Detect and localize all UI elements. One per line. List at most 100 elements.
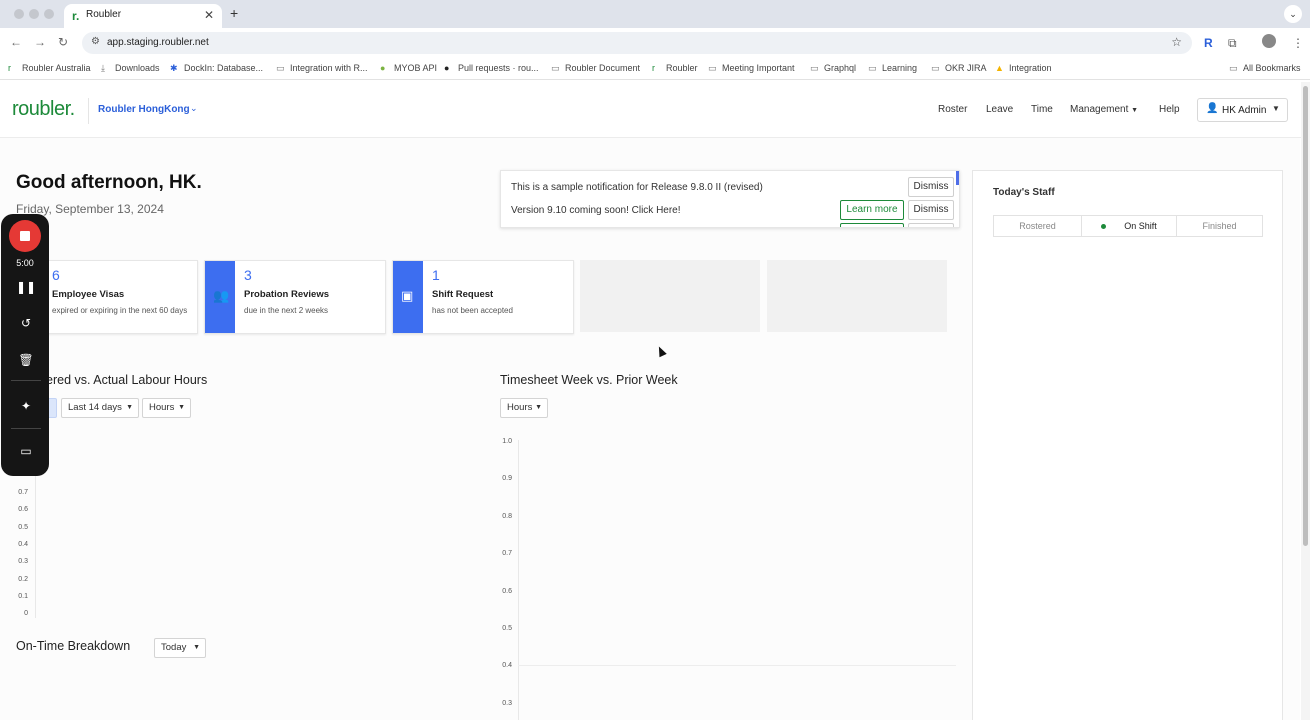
reload-icon[interactable]: ↻	[58, 35, 68, 49]
new-tab-icon[interactable]: +	[230, 5, 238, 21]
caret-down-icon: ▼	[126, 404, 133, 411]
bookmarks-bar: r Roubler Australia ⤓ Downloads ✱ DockIn: D…	[0, 58, 1310, 80]
nav-leave[interactable]: Leave	[986, 104, 1013, 115]
browser-toolbar: ← → ↻ ⚙ app.staging.roubler.net ☆ R ⧉ ⋮	[0, 28, 1310, 58]
restart-icon[interactable]: ↺	[1, 316, 51, 330]
user-icon: 👤	[1206, 103, 1219, 114]
card-count: 3	[244, 267, 252, 283]
close-tab-icon[interactable]: ✕	[204, 8, 214, 22]
app-header: roubler. Roubler HongKong ⌄ Roster Leave…	[0, 82, 1310, 138]
todays-staff-panel: Today's Staff Rostered On Shift Finished	[972, 170, 1283, 720]
bookmark-item[interactable]: ▭ Graphql	[810, 63, 856, 74]
bookmark-item[interactable]: ✱ DockIn: Database...	[170, 63, 263, 74]
profile-avatar[interactable]	[1262, 34, 1276, 48]
people-icon: 👥	[213, 288, 230, 303]
labour-y-tick-label: 0.4	[18, 540, 28, 548]
labour-y-tick-label: 0.7	[18, 489, 28, 496]
bookmark-item[interactable]: ▭ Roubler Document	[551, 63, 640, 74]
page-title: Good afternoon, HK.	[16, 172, 202, 193]
bookmark-item[interactable]: ● Pull requests · rou...	[444, 63, 539, 73]
bookmark-item[interactable]: ▭ OKR JIRA	[931, 63, 987, 74]
labour-y-tick-label: 0	[24, 610, 28, 618]
caret-down-icon: ▼	[193, 644, 200, 651]
scrollbar-thumb[interactable]	[1303, 86, 1308, 546]
browser-tab[interactable]: r. Roubler ✕	[64, 4, 222, 28]
on-time-breakdown-title: On-Time Breakdown	[16, 639, 131, 653]
nav-help[interactable]: Help	[1159, 104, 1180, 115]
bookmark-item[interactable]: ▭ Meeting Important	[708, 63, 795, 74]
caret-down-icon: ▼	[1131, 107, 1139, 114]
delete-icon[interactable]: 🗑	[1, 353, 51, 367]
notification-panel: This is a sample notification for Releas…	[500, 170, 960, 228]
bookmark-item[interactable]: ● MYOB API	[380, 63, 437, 73]
card-count: 1	[432, 267, 440, 283]
learn-more-button[interactable]: Learn more	[840, 200, 904, 220]
notification-accent	[956, 171, 959, 185]
nav-time[interactable]: Time	[1031, 104, 1053, 115]
recording-timer: 5:00	[16, 258, 34, 268]
on-time-range-dropdown[interactable]: Today ▼	[154, 638, 206, 658]
roubler-logo[interactable]: roubler.	[12, 98, 75, 121]
tab-on-shift[interactable]: On Shift	[1081, 215, 1177, 237]
all-bookmarks[interactable]: ▭ All Bookmarks	[1229, 63, 1301, 74]
caret-down-icon: ▼	[535, 404, 542, 411]
timesheet-chart-gridline	[518, 665, 956, 666]
tab-rostered[interactable]: Rostered	[993, 215, 1082, 237]
learn-more-button[interactable]	[840, 223, 904, 227]
stop-recording-button[interactable]	[9, 220, 41, 252]
organization-selector[interactable]: Roubler HongKong	[98, 104, 190, 115]
tab-finished[interactable]: Finished	[1176, 215, 1263, 237]
page-scrollbar[interactable]	[1301, 82, 1310, 720]
bookmark-item[interactable]: ▭ Integration with R...	[276, 63, 368, 74]
timesheet-chart-y-axis	[518, 440, 519, 720]
timesheet-y-tick-label: 0.9	[502, 475, 512, 483]
bookmark-item[interactable]: ▲ Integration	[995, 63, 1052, 73]
bookmark-item[interactable]: r Roubler	[652, 63, 698, 73]
bookmark-item[interactable]: ⤓ Downloads	[101, 63, 160, 74]
labour-hours-title: ered vs. Actual Labour Hours	[46, 373, 208, 387]
address-bar[interactable]: ⚙ app.staging.roubler.net ☆	[82, 32, 1192, 54]
shift-request-card[interactable]: ▣ 1 Shift Request has not been accepted	[392, 260, 574, 334]
recorder-divider	[11, 380, 41, 381]
bookmark-item[interactable]: r Roubler Australia	[8, 63, 91, 73]
labour-range-dropdown[interactable]: Last 14 days ▼	[61, 398, 139, 418]
site-info-icon[interactable]: ⚙	[91, 36, 100, 47]
nav-roster[interactable]: Roster	[938, 104, 967, 115]
caret-down-icon: ▼	[178, 404, 185, 411]
tab-search-icon[interactable]: ⌄	[1284, 5, 1302, 23]
maximize-window-button[interactable]	[44, 9, 54, 19]
minimize-window-button[interactable]	[29, 9, 39, 19]
extensions-icon[interactable]: ⧉	[1228, 36, 1237, 51]
browser-menu-icon[interactable]: ⋮	[1292, 36, 1304, 50]
loading-card-placeholder	[767, 260, 947, 332]
roubler-favicon-icon: r.	[72, 9, 80, 23]
screen-recorder-toolbar: 5:00 ❚❚ ↺ 🗑 ✦ ▭	[1, 214, 49, 476]
nav-management[interactable]: Management ▼	[1070, 104, 1138, 115]
back-icon[interactable]: ←	[10, 35, 22, 49]
forward-icon[interactable]: →	[34, 35, 46, 49]
labour-y-tick-label: 0.1	[18, 592, 28, 600]
roubler-extension-icon[interactable]: R	[1204, 36, 1213, 50]
draw-effects-icon[interactable]: ✦	[1, 399, 51, 413]
labour-y-tick-label: 0.5	[18, 523, 28, 531]
user-menu-button[interactable]: 👤 HK Admin ▼	[1197, 98, 1288, 122]
loading-card-placeholder	[580, 260, 760, 332]
dismiss-button[interactable]	[908, 223, 954, 227]
timesheet-unit-dropdown[interactable]: Hours ▼	[500, 398, 548, 418]
shift-card-icon: ▣	[401, 288, 414, 303]
bookmark-item[interactable]: ▭ Learning	[868, 63, 917, 74]
chevron-down-icon[interactable]: ⌄	[190, 103, 198, 114]
probation-reviews-card[interactable]: 👥 3 Probation Reviews due in the next 2 …	[204, 260, 386, 334]
pause-icon[interactable]: ❚❚	[1, 280, 51, 294]
dismiss-button[interactable]: Dismiss	[908, 177, 954, 197]
dismiss-button[interactable]: Dismiss	[908, 200, 954, 220]
close-window-button[interactable]	[14, 9, 24, 19]
card-subtitle: due in the next 2 weeks	[244, 306, 329, 315]
card-subtitle: expired or expiring in the next 60 days	[52, 306, 188, 315]
labour-y-tick-label: 0.6	[18, 506, 28, 514]
bookmark-star-icon[interactable]: ☆	[1171, 35, 1182, 49]
camera-icon[interactable]: ▭	[1, 444, 51, 458]
card-icon-strip: 👥	[205, 261, 235, 333]
labour-unit-dropdown[interactable]: Hours ▼	[142, 398, 191, 418]
header-divider	[88, 98, 89, 124]
